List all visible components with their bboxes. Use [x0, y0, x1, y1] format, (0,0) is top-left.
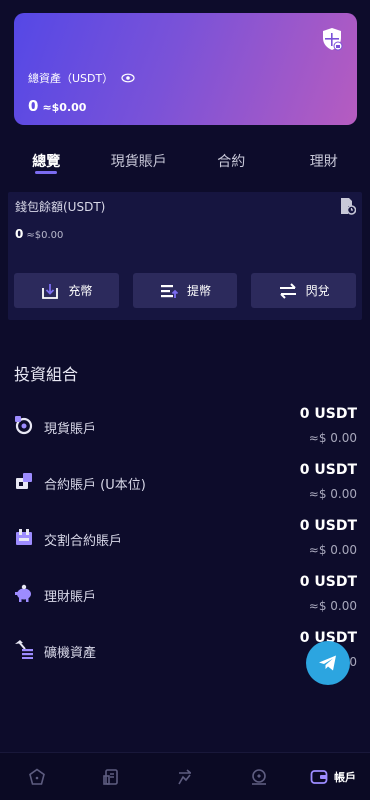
portfolio-row-name: 理財賬戶 [44, 590, 97, 605]
portfolio-row-contract-u[interactable]: 合約賬戶 (U本位) 0 USDT ≈$ 0.00 [14, 462, 357, 518]
total-assets-value: 0 [28, 97, 39, 115]
contract-account-icon [16, 473, 32, 489]
withdraw-icon [161, 284, 179, 298]
total-assets-label-text: 總資產（USDT） [28, 72, 114, 85]
tab-spot-account[interactable]: 現貨賬戶 [93, 148, 186, 178]
portfolio-row-usdt: 0 USDT [299, 574, 357, 590]
portfolio-row-usdt: 0 USDT [299, 462, 357, 478]
telegram-chat-button[interactable] [306, 641, 350, 685]
portfolio-row-usd: ≈$ 0.00 [308, 487, 357, 501]
nav-earn[interactable] [222, 768, 296, 786]
earn-coin-icon [252, 768, 266, 785]
portfolio-row-usd: ≈$ 0.00 [308, 431, 357, 445]
spot-account-icon [15, 416, 33, 435]
portfolio-row-usdt: 0 USDT [299, 518, 357, 534]
nav-account-label: 帳戶 [334, 770, 356, 784]
tab-finance[interactable]: 理財 [278, 148, 370, 178]
tab-overview[interactable]: 總覽 [0, 148, 93, 178]
security-shield-icon[interactable] [321, 27, 343, 51]
markets-icon [103, 768, 118, 785]
mining-pickaxe-icon [15, 640, 33, 659]
wallet-balance-title: 錢包餘額(USDT) [15, 200, 106, 214]
delivery-contract-icon [16, 529, 32, 545]
total-assets-amount: 0 ≈$0.00 [28, 97, 86, 115]
swap-arrows-icon [279, 282, 296, 299]
portfolio-row-usd: ≈$ 0.00 [308, 543, 357, 557]
portfolio-row-spot[interactable]: 現貨賬戶 0 USDT ≈$ 0.00 [14, 406, 357, 462]
total-assets-label: 總資產（USDT） [28, 70, 135, 86]
wallet-balance-value: 0 [15, 227, 24, 241]
wallet-balance-amount: 0 ≈$0.00 [15, 227, 63, 241]
nav-home[interactable] [0, 768, 74, 786]
nav-account[interactable]: 帳戶 [296, 768, 370, 786]
portfolio-title: 投資組合 [14, 365, 79, 384]
portfolio-row-delivery-contract[interactable]: 交割合約賬戶 0 USDT ≈$ 0.00 [14, 518, 357, 574]
wallet-account-icon [310, 769, 328, 784]
history-document-icon[interactable] [340, 197, 356, 215]
account-tabs: 總覽 現貨賬戶 合約 理財 [0, 148, 370, 178]
trade-icon [178, 768, 192, 784]
portfolio-row-usd: ≈$ 0.00 [308, 599, 357, 613]
tab-contract[interactable]: 合約 [185, 148, 278, 178]
withdraw-label: 提幣 [187, 284, 212, 298]
nav-markets[interactable] [74, 768, 148, 786]
portfolio-row-name: 合約賬戶 (U本位) [44, 478, 146, 493]
withdraw-button[interactable]: 提幣 [132, 273, 238, 308]
swap-button[interactable]: 閃兌 [251, 273, 357, 308]
deposit-label: 充幣 [68, 284, 93, 298]
portfolio-row-name: 交割合約賬戶 [44, 534, 123, 549]
portfolio-row-name: 現貨賬戶 [44, 422, 97, 437]
wallet-balance-panel: 錢包餘額(USDT) 0 ≈$0.00 充幣 提幣 閃兌 [8, 192, 362, 320]
swap-label: 閃兌 [305, 284, 330, 298]
wallet-balance-usd: ≈$0.00 [26, 230, 64, 241]
deposit-button[interactable]: 充幣 [14, 273, 119, 308]
portfolio-row-usdt: 0 USDT [299, 406, 357, 422]
wallet-action-buttons: 充幣 提幣 閃兌 [14, 273, 357, 308]
bottom-navigation: 帳戶 [0, 752, 370, 800]
nav-trade[interactable] [148, 768, 222, 786]
portfolio-row-finance[interactable]: 理財賬戶 0 USDT ≈$ 0.00 [14, 574, 357, 630]
eye-icon[interactable] [121, 73, 135, 83]
home-icon [29, 768, 45, 785]
portfolio-row-name: 礦機資產 [44, 646, 97, 661]
total-assets-card: 總資產（USDT） 0 ≈$0.00 [14, 13, 357, 125]
telegram-icon [319, 655, 336, 671]
deposit-icon [42, 283, 59, 299]
total-assets-usd: ≈$0.00 [42, 101, 87, 114]
piggy-bank-icon [15, 584, 31, 602]
